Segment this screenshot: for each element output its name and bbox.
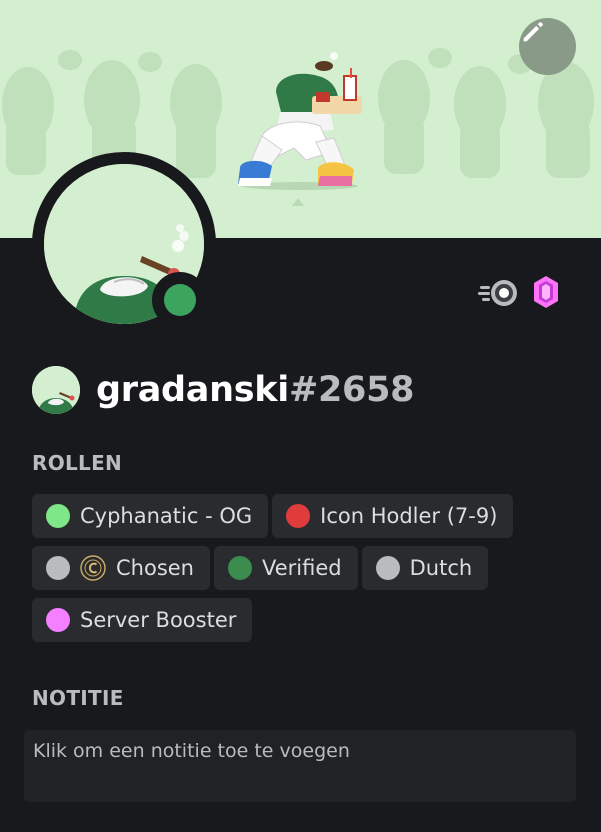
role-chip[interactable]: Icon Hodler (7-9) <box>272 494 514 538</box>
online-status-icon <box>164 284 196 316</box>
role-chip[interactable]: Dutch <box>361 546 489 590</box>
role-label: Chosen <box>116 556 194 580</box>
role-label: Server Booster <box>80 608 237 632</box>
server-boost-badge-icon[interactable] <box>533 275 559 309</box>
roles-list: Cyphanatic - OG Icon Hodler (7-9) Chosen… <box>32 494 577 650</box>
pencil-icon <box>523 22 543 42</box>
role-color-dot[interactable] <box>46 504 70 528</box>
role-color-dot[interactable] <box>46 556 70 580</box>
note-input[interactable]: Klik om een notitie toe te voegen <box>24 730 576 802</box>
role-label: Dutch <box>409 556 473 580</box>
user-profile-popout: gradanski #2658 ROLLEN Cyphanatic - OG Ic… <box>0 0 601 832</box>
username-row: gradanski #2658 <box>32 365 414 415</box>
role-chip[interactable]: Server Booster <box>32 598 253 642</box>
edit-profile-button[interactable] <box>519 18 576 75</box>
username[interactable]: gradanski <box>96 370 289 410</box>
role-label: Verified <box>262 556 342 580</box>
role-color-dot[interactable] <box>375 556 400 580</box>
mini-avatar <box>32 366 80 414</box>
role-chip[interactable]: Cyphanatic - OG <box>32 494 269 538</box>
role-label: Cyphanatic - OG <box>80 504 253 528</box>
role-color-dot[interactable] <box>286 504 311 528</box>
role-label: Icon Hodler (7-9) <box>320 504 498 528</box>
chosen-emblem-icon <box>80 555 106 581</box>
role-chip[interactable]: Verified <box>214 546 358 590</box>
note-section-title: NOTITIE <box>32 686 124 710</box>
role-color-dot[interactable] <box>228 556 252 580</box>
discriminator[interactable]: #2658 <box>289 370 415 410</box>
role-color-dot[interactable] <box>46 608 70 632</box>
role-chip[interactable]: Chosen <box>32 546 210 590</box>
roles-section-title: ROLLEN <box>32 451 123 475</box>
nitro-badge-icon[interactable] <box>476 276 520 308</box>
